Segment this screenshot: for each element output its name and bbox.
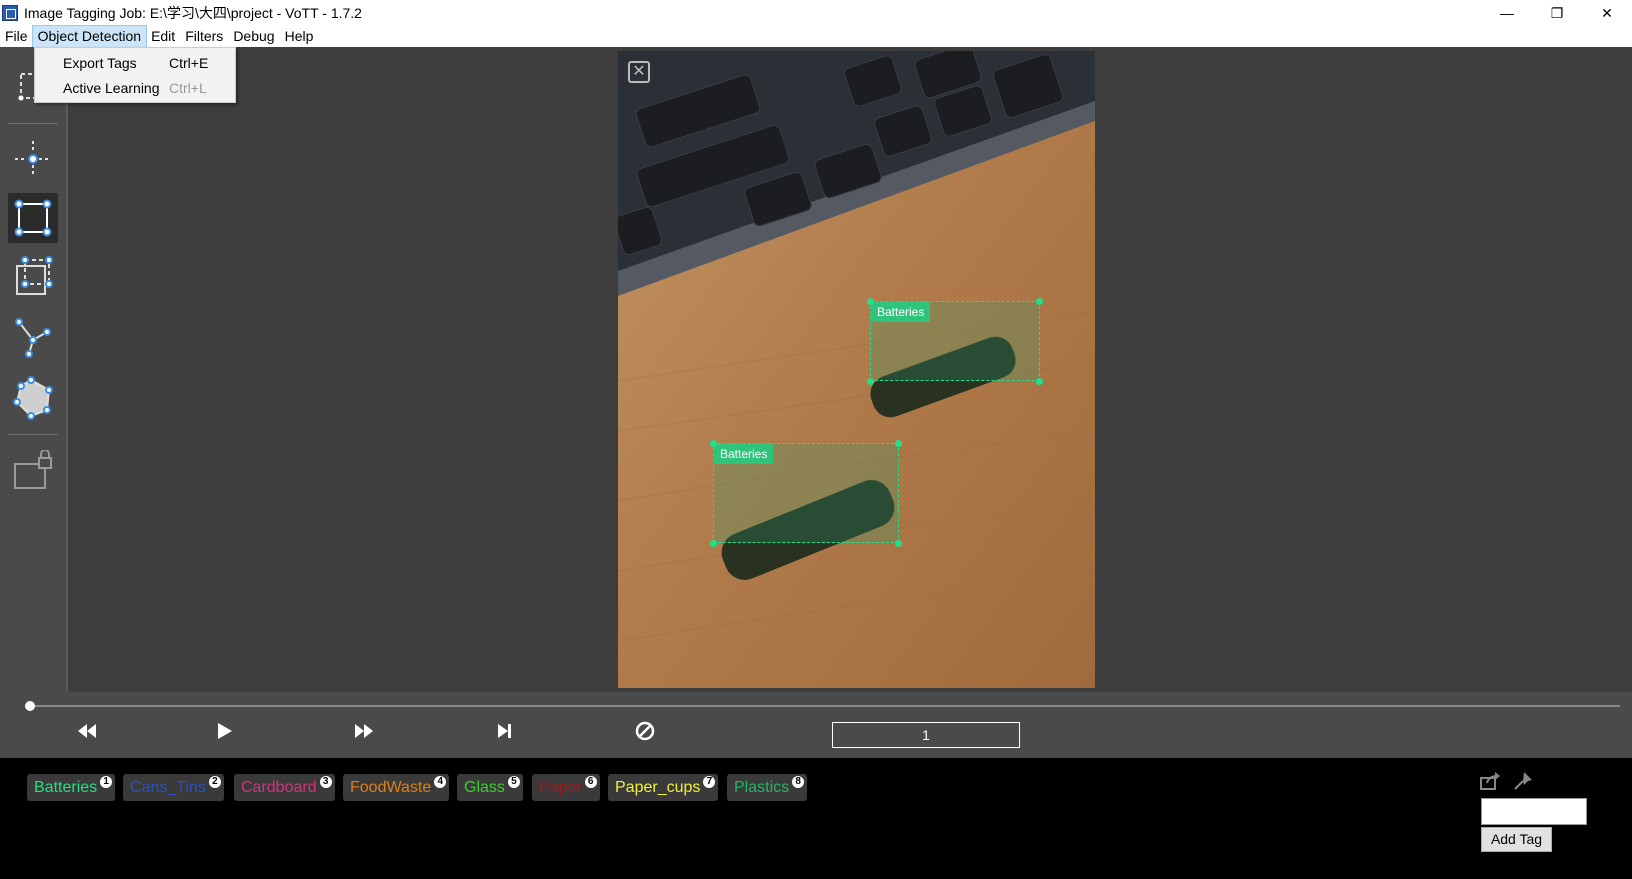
window-title: Image Tagging Job: E:\学习\大四\project - Vo… — [24, 5, 362, 21]
region-tag-label: Batteries — [714, 444, 774, 464]
title-bar: Image Tagging Job: E:\学习\大四\project - Vo… — [0, 0, 1632, 26]
skip-to-end-button[interactable] — [490, 716, 520, 746]
copy-rectangle-icon — [16, 256, 53, 295]
menu-item-label: Active Learning — [63, 80, 160, 96]
lock-tool[interactable] — [8, 447, 58, 497]
tag-hotkey-badge: 7 — [703, 776, 716, 788]
tag-chip-paper[interactable]: Paper 6 — [532, 774, 600, 801]
resize-handle[interactable] — [867, 298, 874, 305]
tag-hotkey-badge: 6 — [584, 776, 597, 788]
menu-file[interactable]: File — [0, 26, 33, 47]
window-controls: — ❐ ✕ — [1482, 0, 1632, 26]
tag-tools — [1480, 772, 1532, 790]
skip-end-icon — [498, 724, 511, 738]
tag-chip-cans-tins[interactable]: Cans_Tins 2 — [123, 774, 224, 801]
polyline-icon — [15, 318, 51, 358]
tag-chip-cardboard[interactable]: Cardboard 3 — [234, 774, 335, 801]
menu-active-learning[interactable]: Active Learning Ctrl+L — [35, 76, 235, 100]
resize-handle[interactable] — [1036, 378, 1043, 385]
drawing-toolbar — [0, 47, 68, 692]
playback-bar: 1 — [0, 692, 1632, 758]
menu-item-shortcut: Ctrl+L — [169, 80, 207, 96]
bounding-box-region[interactable]: Batteries — [713, 443, 899, 543]
rectangle-tool[interactable] — [8, 193, 58, 243]
polygon-tool[interactable] — [8, 373, 58, 423]
fast-forward-icon — [355, 724, 373, 738]
menu-item-label: Export Tags — [63, 55, 137, 71]
next-frame-button[interactable] — [349, 716, 379, 746]
resize-handle[interactable] — [710, 440, 717, 447]
resize-handle[interactable] — [867, 378, 874, 385]
tag-hotkey-badge: 2 — [208, 776, 221, 788]
toolbar-divider — [8, 434, 58, 435]
tag-chip-glass[interactable]: Glass 5 — [457, 774, 523, 801]
polygon-icon — [13, 376, 53, 420]
object-detection-menu: Export Tags Ctrl+E Active Learning Ctrl+… — [34, 47, 236, 103]
region-tag-label: Batteries — [871, 302, 931, 322]
rewind-icon — [78, 724, 96, 738]
menu-filters[interactable]: Filters — [180, 26, 228, 47]
tag-hotkey-badge: 8 — [792, 776, 805, 788]
tag-chip-batteries[interactable]: Batteries 1 — [27, 774, 116, 801]
tag-hotkey-badge: 1 — [100, 776, 113, 788]
tag-bar: Batteries 1 Cans_Tins 2 Cardboard 3 Food… — [0, 758, 1632, 879]
resize-handle[interactable] — [1036, 298, 1043, 305]
copy-rectangle-tool[interactable] — [8, 253, 58, 303]
point-icon — [15, 141, 51, 177]
tag-hotkey-badge: 5 — [507, 776, 520, 788]
point-tool[interactable] — [8, 134, 58, 184]
tag-chip-paper-cups[interactable]: Paper_cups 7 — [608, 774, 719, 801]
rectangle-icon — [14, 199, 52, 237]
tag-name: Glass — [464, 778, 505, 796]
resize-handle[interactable] — [895, 440, 902, 447]
menu-edit[interactable]: Edit — [146, 26, 180, 47]
export-icon[interactable] — [1480, 772, 1500, 790]
close-image-icon[interactable]: ✕ — [628, 61, 650, 83]
lock-region-icon — [14, 450, 52, 489]
tag-chip-foodwaste[interactable]: FoodWaste 4 — [343, 774, 450, 801]
tag-name: Cardboard — [241, 778, 317, 796]
tag-name: FoodWaste — [350, 778, 432, 796]
new-tag-input[interactable] — [1481, 798, 1587, 825]
close-window-button[interactable]: ✕ — [1582, 0, 1632, 26]
menu-item-shortcut: Ctrl+E — [169, 55, 209, 71]
resize-handle[interactable] — [895, 540, 902, 547]
frame-number-input[interactable]: 1 — [832, 722, 1020, 748]
tag-name: Cans_Tins — [130, 778, 206, 796]
menu-export-tags[interactable]: Export Tags Ctrl+E — [35, 51, 235, 75]
play-icon — [218, 723, 232, 739]
pin-icon[interactable] — [1514, 772, 1532, 790]
minimize-button[interactable]: — — [1482, 0, 1532, 26]
menu-help[interactable]: Help — [280, 26, 319, 47]
tag-name: Plastics — [734, 778, 790, 796]
tag-name: Paper — [539, 778, 582, 796]
tag-name: Paper_cups — [615, 778, 701, 796]
tag-hotkey-badge: 4 — [434, 776, 447, 788]
frame-slider-track[interactable] — [28, 705, 1620, 707]
add-tag-button[interactable]: Add Tag — [1481, 827, 1552, 852]
restore-button[interactable]: ❐ — [1532, 0, 1582, 26]
polyline-tool[interactable] — [8, 313, 58, 363]
vott-app-icon — [2, 5, 18, 21]
bounding-box-region[interactable]: Batteries — [870, 301, 1040, 381]
play-button[interactable] — [210, 716, 240, 746]
menu-bar: File Object Detection Edit Filters Debug… — [0, 25, 1632, 48]
menu-debug[interactable]: Debug — [228, 26, 279, 47]
tag-hotkey-badge: 3 — [319, 776, 332, 788]
previous-frame-button[interactable] — [72, 716, 102, 746]
clear-button[interactable] — [630, 716, 660, 746]
no-entry-icon — [635, 721, 655, 741]
frame-slider-thumb[interactable] — [25, 701, 35, 711]
resize-handle[interactable] — [710, 540, 717, 547]
toolbar-divider — [8, 123, 58, 124]
tag-name: Batteries — [34, 778, 98, 796]
image-canvas[interactable]: ✕ Batteries Batteries — [618, 51, 1095, 688]
tag-chip-plastics[interactable]: Plastics 8 — [727, 774, 808, 801]
menu-object-detection[interactable]: Object Detection — [31, 25, 148, 48]
